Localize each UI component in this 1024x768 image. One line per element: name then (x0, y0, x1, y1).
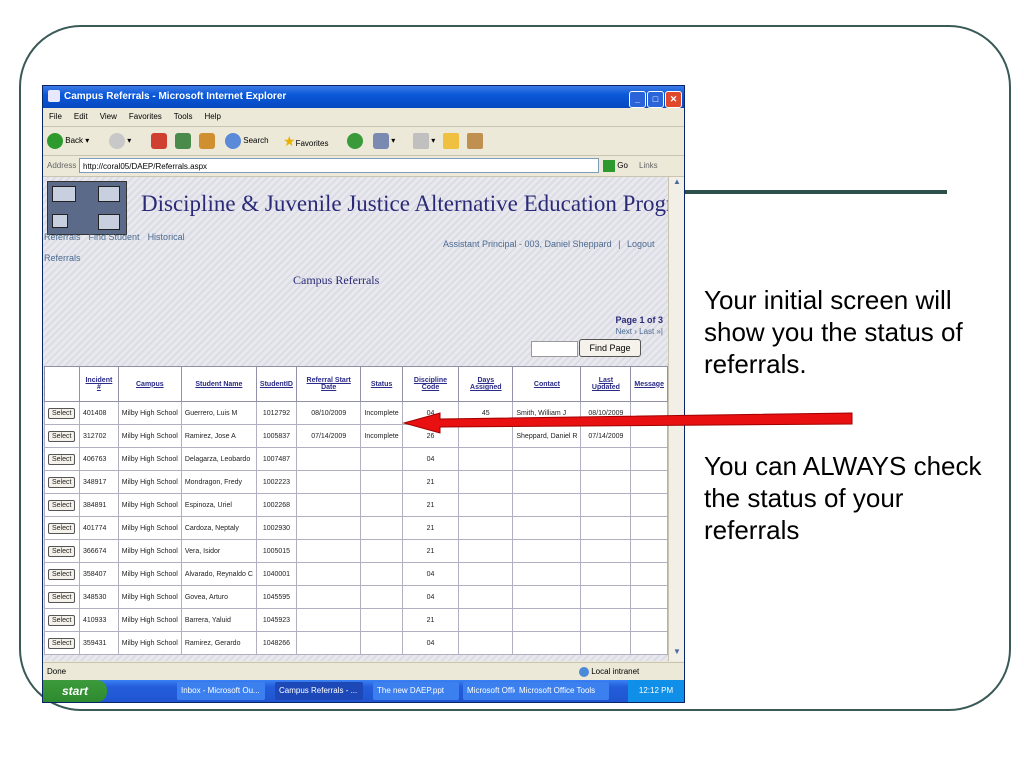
red-arrow (402, 412, 853, 434)
arrow-shape (402, 412, 853, 434)
